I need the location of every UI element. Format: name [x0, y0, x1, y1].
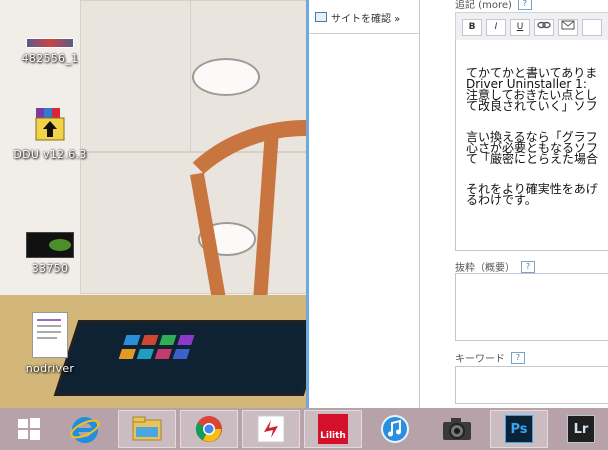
view-site-link[interactable]: サイトを確認 »: [315, 8, 415, 26]
help-icon[interactable]: ?: [511, 351, 525, 364]
windows-start-icon: [18, 418, 40, 440]
more-section-label: 追記 (more): [455, 0, 512, 11]
chrome-icon: [195, 416, 222, 442]
editor-text-line: て改良されていく」ソフ: [466, 99, 598, 113]
browser-window: サイトを確認 » 追記 (more) ? B I U てかてかと書いてありま D…: [306, 0, 608, 408]
desktop-icon-label: 33750: [31, 262, 69, 275]
taskbar: Lilith Ps Lr: [0, 408, 608, 450]
app-red-icon: [257, 415, 285, 443]
taskbar-itunes[interactable]: [366, 410, 424, 448]
taskbar-internet-explorer[interactable]: [56, 410, 114, 448]
taskbar-photoshop[interactable]: Ps: [490, 410, 548, 448]
taskbar-lilith[interactable]: Lilith: [304, 410, 362, 448]
more-tool-button[interactable]: [582, 19, 602, 36]
gpu-image-icon: [26, 232, 74, 258]
desktop-icon-ddu[interactable]: DDU v12.6.3: [12, 104, 88, 161]
photoshop-label: Ps: [510, 421, 528, 437]
desktop-icon-482556[interactable]: 482556_1: [12, 38, 88, 65]
more-text-editor[interactable]: てかてかと書いてありま Driver Uninstaller 1: 注意しておき…: [455, 40, 608, 251]
desktop-icon-label: nodriver: [25, 362, 75, 375]
help-icon[interactable]: ?: [517, 0, 532, 10]
link-button[interactable]: [534, 19, 554, 36]
bold-button[interactable]: B: [462, 19, 482, 36]
keyword-label: キーワード: [455, 354, 505, 365]
taskbar-file-explorer[interactable]: [118, 410, 176, 448]
itunes-icon: [381, 415, 409, 443]
taskbar-red-app[interactable]: [242, 410, 300, 448]
internet-explorer-icon: [70, 417, 100, 443]
desktop-icon-label: 482556_1: [21, 52, 79, 65]
editor-paragraph: てかてかと書いてありま Driver Uninstaller 1: 注意しておき…: [466, 67, 598, 113]
image-thumbnail-icon: [26, 38, 74, 48]
link-icon: [537, 21, 551, 29]
lightroom-icon: Lr: [567, 415, 595, 443]
email-button[interactable]: [558, 19, 578, 36]
lilith-label: Lilith: [320, 431, 346, 441]
window-icon: [315, 12, 327, 22]
excerpt-label: 抜粋（概要）: [455, 263, 515, 274]
text-document-icon: [32, 312, 68, 358]
wallpaper-knob: [192, 58, 260, 96]
wallpaper-panel: [80, 0, 192, 152]
editor-text-line: るわけです。: [466, 193, 537, 207]
camera-app-icon: [443, 418, 471, 440]
sidebar-divider: [309, 33, 419, 34]
photoshop-icon: Ps: [505, 415, 533, 443]
underline-button[interactable]: U: [510, 19, 530, 36]
wallpaper-tablet: [53, 320, 329, 396]
winrar-archive-icon: [32, 104, 68, 144]
taskbar-chrome[interactable]: [180, 410, 238, 448]
italic-button[interactable]: I: [486, 19, 506, 36]
taskbar-lightroom[interactable]: Lr: [552, 410, 608, 448]
file-explorer-icon: [132, 416, 162, 441]
view-site-link-label: サイトを確認 »: [331, 13, 401, 25]
desktop-wallpaper: 482556_1 DDU v12.6.3 33750 nodriver サイトを…: [0, 0, 608, 408]
keyword-section-header: キーワード ?: [455, 350, 525, 365]
post-editor-panel: 追記 (more) ? B I U てかてかと書いてありま Driver Uni…: [439, 0, 608, 408]
more-section-header: 追記 (more) ?: [455, 0, 532, 11]
editor-toolbar: B I U: [455, 12, 608, 42]
editor-paragraph: 言い換えるなら「グラフ 心さが必要ともなるソフ て「厳密にとらえた場合: [466, 131, 599, 166]
help-icon[interactable]: ?: [521, 260, 535, 273]
desktop-icon-label: DDU v12.6.3: [13, 148, 87, 161]
desktop-icon-33750[interactable]: 33750: [12, 232, 88, 275]
keyword-input[interactable]: [455, 366, 608, 404]
lilith-app-icon: Lilith: [318, 414, 348, 444]
editor-text-line: て「厳密にとらえた場合: [466, 152, 599, 166]
mail-icon: [561, 20, 575, 30]
blog-sidebar: サイトを確認 »: [309, 0, 420, 408]
taskbar-camera[interactable]: [428, 410, 486, 448]
start-button[interactable]: [0, 410, 58, 448]
editor-paragraph: それをより確実性をあげ るわけです。: [466, 183, 598, 207]
desktop-icon-nodriver[interactable]: nodriver: [12, 312, 88, 375]
lightroom-label: Lr: [573, 421, 589, 437]
excerpt-textarea[interactable]: [455, 273, 608, 341]
excerpt-section-header: 抜粋（概要） ?: [455, 259, 535, 274]
